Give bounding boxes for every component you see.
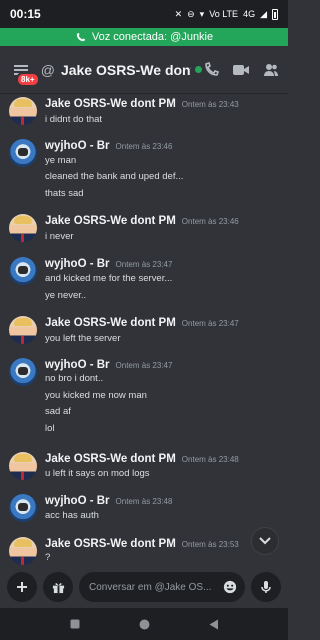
avatar[interactable] <box>9 316 37 344</box>
message-list[interactable]: Jake OSRS-We dont PM Ontem às 23:43 i did… <box>0 94 288 566</box>
message-text: acc has auth <box>45 510 99 521</box>
message-timestamp: Ontem às 23:47 <box>115 260 173 269</box>
message-timestamp: Ontem às 23:48 <box>181 455 239 464</box>
gift-icon <box>52 582 64 593</box>
message-author[interactable]: Jake OSRS-We dont PM <box>45 317 176 329</box>
voice-connected-label: Voz conectada: @Junkie <box>91 31 214 43</box>
video-icon[interactable] <box>232 61 250 79</box>
message-text: you left the server <box>45 333 121 344</box>
status-bar: 00:15 ✕ ⊖ ▾ Vo LTE 4G ◢ <box>0 0 288 28</box>
status-time: 00:15 <box>10 7 41 21</box>
status-icons: ✕ ⊖ ▾ Vo LTE 4G ◢ <box>174 8 278 20</box>
scroll-to-bottom-button[interactable] <box>251 527 279 555</box>
message-text: you kicked me now man <box>45 390 147 401</box>
voice-connected-icon <box>76 32 85 41</box>
battery-icon <box>272 8 278 20</box>
message-text: u left it says on mod logs <box>45 468 150 479</box>
message-timestamp: Ontem às 23:46 <box>181 217 239 226</box>
avatar[interactable] <box>9 97 37 125</box>
at-icon: @ <box>40 61 55 78</box>
message-timestamp: Ontem às 23:47 <box>115 361 173 370</box>
mute-icon: ✕ <box>174 8 183 19</box>
back-button[interactable] <box>209 619 219 630</box>
message-author[interactable]: Jake OSRS-We dont PM <box>45 98 176 110</box>
message-composer <box>0 566 288 608</box>
avatar[interactable] <box>9 257 37 285</box>
dnd-icon: ⊖ <box>187 8 195 19</box>
channel-header: 8k+ @ Jake OSRS-We dont... <box>0 46 288 94</box>
message-author[interactable]: wyjhoO - Br <box>45 258 110 270</box>
avatar[interactable] <box>9 214 37 242</box>
message-text: no bro i dont.. <box>45 373 104 384</box>
channel-title[interactable]: Jake OSRS-We dont... <box>61 62 191 78</box>
message-input-container[interactable] <box>79 572 245 602</box>
signal-label: 4G <box>243 9 256 19</box>
add-attachment-button[interactable] <box>7 572 37 602</box>
voice-connected-bar[interactable]: Voz conectada: @Junkie <box>0 28 288 46</box>
message-text: i never <box>45 231 74 242</box>
wifi-icon: ▾ <box>199 8 205 19</box>
message-timestamp: Ontem às 23:53 <box>181 540 239 549</box>
message-input[interactable] <box>89 581 219 593</box>
mic-icon <box>261 581 271 593</box>
message-timestamp: Ontem às 23:46 <box>115 142 173 151</box>
message-timestamp: Ontem às 23:47 <box>181 319 239 328</box>
plus-icon <box>17 582 27 592</box>
message-text: thats sad <box>45 188 84 199</box>
message-text: sad af <box>45 406 71 417</box>
message-author[interactable]: wyjhoO - Br <box>45 359 110 371</box>
gift-button[interactable] <box>43 572 73 602</box>
menu-button[interactable]: 8k+ <box>8 53 40 87</box>
message-text: ? <box>45 552 51 563</box>
message-author[interactable]: wyjhoO - Br <box>45 495 110 507</box>
avatar[interactable] <box>9 358 37 386</box>
message-text: lol <box>45 423 55 434</box>
message-timestamp: Ontem às 23:48 <box>115 497 173 506</box>
signal-icon: ◢ <box>260 8 267 19</box>
message-text: i didnt do that <box>45 114 103 125</box>
message-timestamp: Ontem às 23:43 <box>181 100 239 109</box>
chevron-down-icon <box>259 537 271 545</box>
recents-button[interactable] <box>70 619 80 629</box>
message-text: ye never.. <box>45 290 87 301</box>
message-author[interactable]: Jake OSRS-We dont PM <box>45 538 176 550</box>
avatar[interactable] <box>9 452 37 480</box>
avatar[interactable] <box>9 537 37 565</box>
message-author[interactable]: Jake OSRS-We dont PM <box>45 215 176 227</box>
notification-badge: 8k+ <box>16 71 40 87</box>
home-button[interactable] <box>139 619 150 630</box>
message-text: and kicked me for the server... <box>45 273 173 284</box>
avatar[interactable] <box>9 494 37 522</box>
members-icon[interactable] <box>262 61 280 79</box>
emoji-icon[interactable] <box>223 580 237 594</box>
message-author[interactable]: wyjhoO - Br <box>45 140 110 152</box>
avatar[interactable] <box>9 139 37 167</box>
message-text: cleaned the bank and uped def... <box>45 171 184 182</box>
message-author[interactable]: Jake OSRS-We dont PM <box>45 453 176 465</box>
voice-message-button[interactable] <box>251 572 281 602</box>
message-text: ye man <box>45 155 77 166</box>
network-label: Vo LTE <box>209 9 239 19</box>
android-navigation-bar <box>0 608 288 640</box>
online-status-icon <box>195 66 202 73</box>
phone-icon[interactable] <box>202 61 220 79</box>
